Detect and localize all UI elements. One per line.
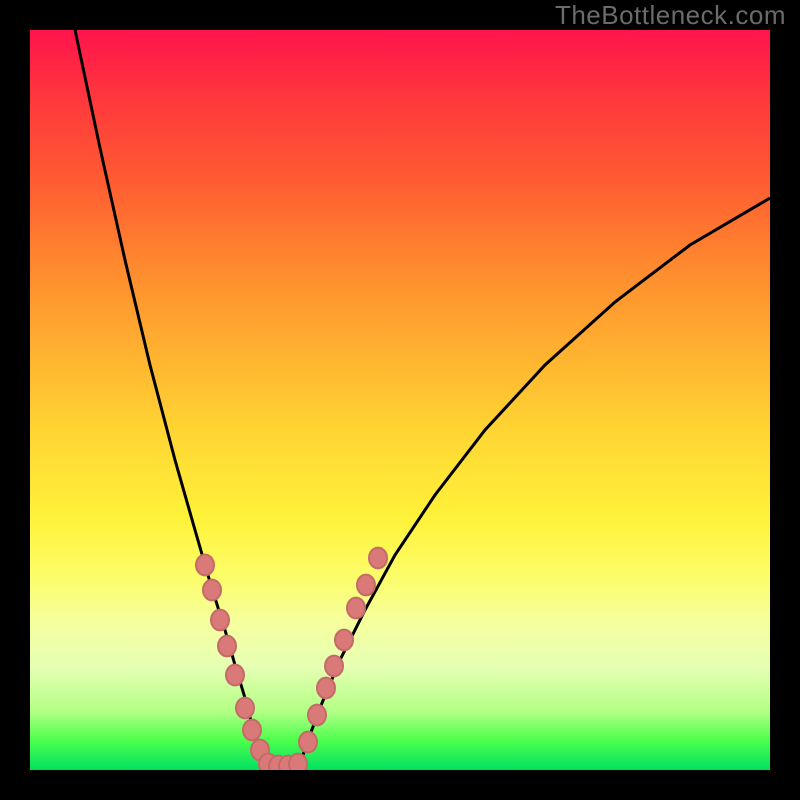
marker-point <box>218 636 236 657</box>
curve-left-branch <box>75 30 268 770</box>
marker-point <box>325 656 343 677</box>
marker-point <box>226 665 244 686</box>
plot-area <box>30 30 770 770</box>
marker-point <box>203 580 221 601</box>
marker-point <box>308 705 326 726</box>
chart-frame: TheBottleneck.com <box>0 0 800 800</box>
marker-point <box>289 754 307 770</box>
marker-point <box>243 720 261 741</box>
marker-point <box>196 555 214 576</box>
marker-point <box>236 698 254 719</box>
marker-point <box>357 575 375 596</box>
marker-point <box>299 732 317 753</box>
chart-overlay <box>30 30 770 770</box>
marker-group <box>196 548 387 770</box>
marker-point <box>211 610 229 631</box>
marker-point <box>317 678 335 699</box>
marker-point <box>335 630 353 651</box>
watermark-text: TheBottleneck.com <box>555 0 786 31</box>
marker-point <box>347 598 365 619</box>
curve-right-branch <box>298 198 770 770</box>
marker-point <box>369 548 387 569</box>
